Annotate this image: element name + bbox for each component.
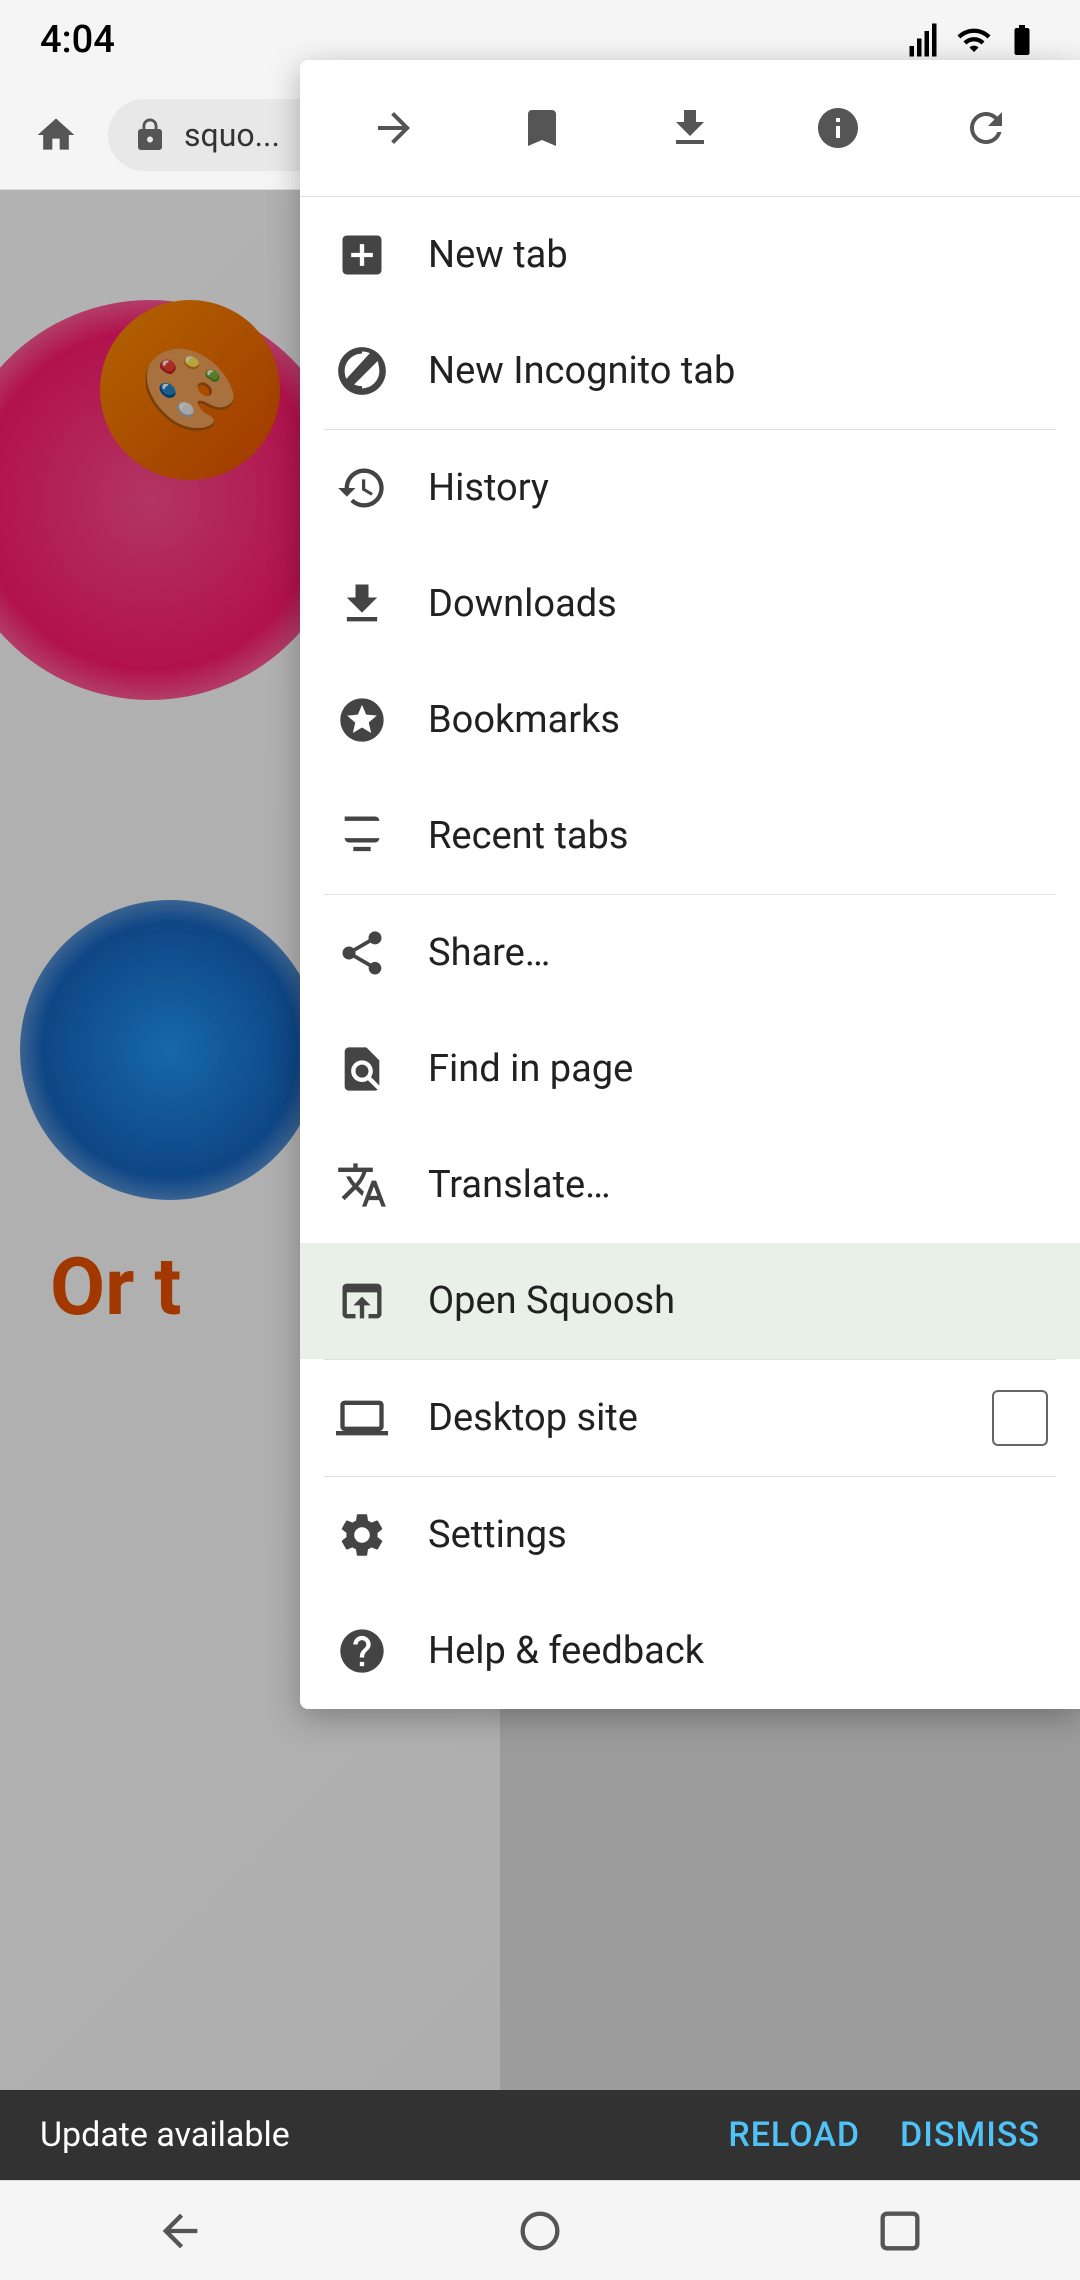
menu-item-desktop-site[interactable]: Desktop site: [300, 1360, 1080, 1476]
open-squoosh-icon: [332, 1271, 392, 1331]
reload-button[interactable]: RELOAD: [728, 2115, 860, 2155]
translate-label: Translate…: [428, 1163, 1048, 1207]
update-actions: RELOAD DISMISS: [728, 2115, 1040, 2155]
dropdown-menu: New tab New Incognito tab History Downlo…: [300, 60, 1080, 1709]
menu-item-help-feedback[interactable]: Help & feedback: [300, 1593, 1080, 1709]
desktop-site-icon: [332, 1388, 392, 1448]
status-time: 4:04: [40, 18, 115, 62]
menu-item-open-squoosh[interactable]: Open Squoosh: [300, 1243, 1080, 1359]
menu-item-translate[interactable]: Translate…: [300, 1127, 1080, 1243]
menu-item-history[interactable]: History: [300, 430, 1080, 546]
download-toolbar-button[interactable]: [650, 88, 730, 168]
menu-item-find-in-page[interactable]: Find in page: [300, 1011, 1080, 1127]
bookmarks-label: Bookmarks: [428, 698, 1048, 742]
open-squoosh-label: Open Squoosh: [428, 1279, 1048, 1323]
find-in-page-icon: [332, 1039, 392, 1099]
dropdown-toolbar: [300, 60, 1080, 197]
desktop-site-checkbox[interactable]: [992, 1390, 1048, 1446]
menu-item-recent-tabs[interactable]: Recent tabs: [300, 778, 1080, 894]
new-incognito-tab-label: New Incognito tab: [428, 349, 1048, 393]
desktop-site-label: Desktop site: [428, 1396, 992, 1440]
translate-icon: [332, 1155, 392, 1215]
home-toolbar-btn[interactable]: [20, 99, 92, 171]
bookmarks-icon: [332, 690, 392, 750]
new-tab-icon: [332, 225, 392, 285]
share-label: Share…: [428, 931, 1048, 975]
help-feedback-label: Help & feedback: [428, 1629, 1048, 1673]
help-icon: [332, 1621, 392, 1681]
history-label: History: [428, 466, 1048, 510]
downloads-icon: [332, 574, 392, 634]
recent-tabs-icon: [332, 806, 392, 866]
settings-label: Settings: [428, 1513, 1048, 1557]
menu-item-downloads[interactable]: Downloads: [300, 546, 1080, 662]
bookmark-button[interactable]: [502, 88, 582, 168]
find-in-page-label: Find in page: [428, 1047, 1048, 1091]
menu-item-settings[interactable]: Settings: [300, 1477, 1080, 1593]
update-message: Update available: [40, 2115, 290, 2155]
downloads-label: Downloads: [428, 582, 1048, 626]
nav-home-button[interactable]: [500, 2191, 580, 2271]
info-button[interactable]: [798, 88, 878, 168]
share-icon: [332, 923, 392, 983]
battery-icon: [1004, 22, 1040, 58]
incognito-icon: [332, 341, 392, 401]
signal-icon: [908, 22, 944, 58]
forward-button[interactable]: [354, 88, 434, 168]
history-icon: [332, 458, 392, 518]
status-icons: [908, 22, 1040, 58]
settings-icon: [332, 1505, 392, 1565]
nav-back-button[interactable]: [140, 2191, 220, 2271]
lock-icon: [132, 117, 168, 153]
menu-item-new-tab[interactable]: New tab: [300, 197, 1080, 313]
new-tab-label: New tab: [428, 233, 1048, 277]
menu-item-new-incognito-tab[interactable]: New Incognito tab: [300, 313, 1080, 429]
recent-tabs-label: Recent tabs: [428, 814, 1048, 858]
nav-bar: [0, 2180, 1080, 2280]
nav-recents-button[interactable]: [860, 2191, 940, 2271]
update-bar: Update available RELOAD DISMISS: [0, 2090, 1080, 2180]
refresh-button[interactable]: [946, 88, 1026, 168]
menu-item-bookmarks[interactable]: Bookmarks: [300, 662, 1080, 778]
wifi-icon: [956, 22, 992, 58]
dismiss-button[interactable]: DISMISS: [900, 2115, 1040, 2155]
menu-item-share[interactable]: Share…: [300, 895, 1080, 1011]
